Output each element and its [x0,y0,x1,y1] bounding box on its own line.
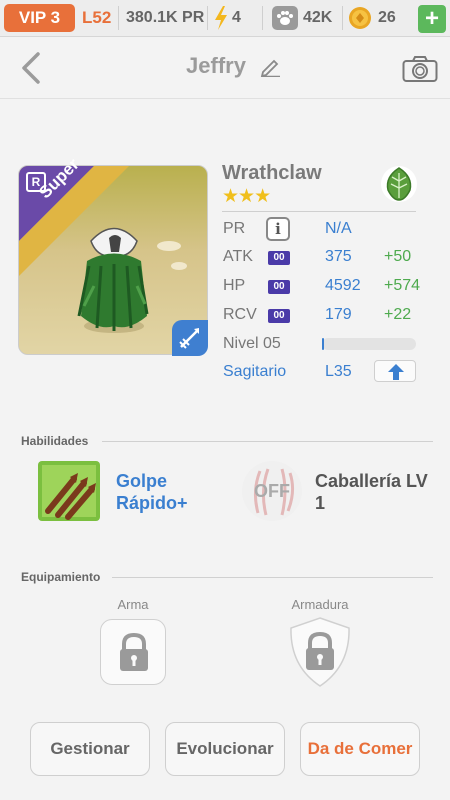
exp-progress-bar [322,338,416,350]
lock-icon [120,632,148,671]
stat-tag-hp: 00 [268,280,290,294]
player-level: L52 [82,8,112,27]
star-rating: ★★★ [222,186,271,207]
stat-bonus-rcv: +22 [384,306,412,323]
status-bar: VIP 3 L52 380.1K PR 4 42K 26 + [0,0,450,37]
info-icon[interactable]: i [266,217,290,241]
arrow-up-icon [388,364,404,380]
armor-slot-label: Armadura [291,597,349,612]
passive-skill-state: OFF [254,481,290,501]
leaf-icon [381,166,417,202]
zodiac-sign[interactable]: Sagitario [223,363,286,381]
evolve-button[interactable]: Evolucionar [165,722,285,776]
page-title: Jeffry [186,53,246,78]
divider [102,441,433,442]
upgrade-zodiac-button[interactable] [374,360,416,382]
divider [342,6,343,30]
weapon-slot[interactable] [100,619,166,685]
archer-arrow-icon [172,320,208,356]
pencil-icon[interactable] [260,57,282,77]
stat-value-rcv: 179 [325,306,352,323]
stat-label-pr: PR [223,220,246,237]
stat-bonus-atk: +50 [384,248,412,265]
stat-tag-atk: 00 [268,251,290,265]
paw-icon [272,6,298,30]
stat-value-atk: 375 [325,248,352,265]
vip-badge[interactable]: VIP 3 [4,4,75,32]
divider [262,6,263,30]
feed-button[interactable]: Da de Comer [300,722,420,776]
character-name: Wrathclaw [222,162,322,184]
skills-section-title: Habilidades [21,434,89,448]
equipment-section-title: Equipamiento [21,570,101,584]
divider [222,211,416,212]
stat-value-pr: N/A [325,220,352,237]
level-label: Nivel 05 [223,335,281,352]
lock-icon [290,617,350,687]
add-currency-button[interactable]: + [418,5,446,33]
lightning-bolt-icon [215,6,227,30]
paw-points-value: 42K [303,9,333,26]
zodiac-level: L35 [325,363,352,380]
coin-icon [349,7,371,29]
manage-button[interactable]: Gestionar [30,722,150,776]
divider [207,6,208,30]
header: Jeffry [0,37,450,99]
power-rating: 380.1K PR [126,9,205,26]
armor-slot[interactable] [287,616,353,688]
active-skill-name[interactable]: Golpe Rápido+ [116,470,236,514]
stat-label-atk: ATK [223,248,253,265]
exp-progress-fill [322,338,324,350]
weapon-slot-label: Arma [117,597,149,612]
skill-arrows-icon[interactable] [38,461,100,521]
stat-value-hp: 4592 [325,277,361,294]
energy-value: 4 [232,9,241,26]
stat-label-rcv: RCV [223,306,257,323]
stat-bonus-hp: +574 [384,277,421,294]
stat-tag-rcv: 00 [268,309,290,323]
camera-icon[interactable] [402,55,438,83]
divider [112,577,433,578]
coin-value: 26 [378,9,396,26]
passive-skill-name[interactable]: Caballería LV 1 [315,470,435,514]
stat-label-hp: HP [223,277,246,294]
divider [118,6,119,30]
